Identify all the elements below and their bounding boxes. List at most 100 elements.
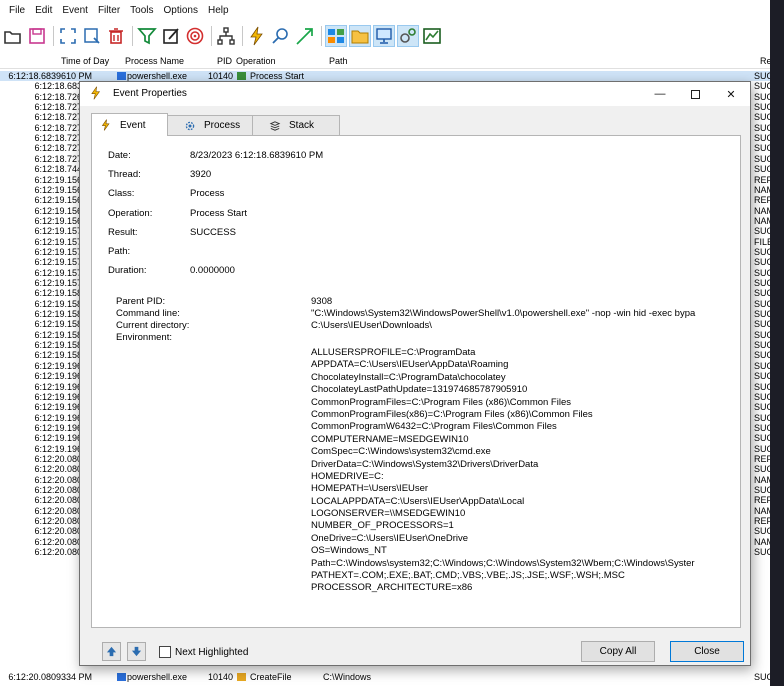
tab-stack[interactable]: Stack [252, 115, 340, 135]
result-cell: SUCCE [754, 309, 770, 320]
open-button[interactable] [2, 25, 24, 47]
result-cell: SUCCE [754, 350, 770, 361]
menu-options[interactable]: Options [159, 5, 203, 16]
result-cell: SUCCE [754, 122, 770, 133]
maximize-button[interactable] [678, 82, 712, 106]
stack-icon [269, 120, 281, 131]
next-highlighted-checkbox[interactable] [159, 646, 171, 658]
find-button[interactable] [270, 25, 292, 47]
event-panel: Date: 8/23/2023 6:12:18.6839610 PM Threa… [91, 135, 741, 628]
desktop-background [770, 0, 784, 686]
result-cell: REPAR [754, 174, 770, 185]
environment-variable: Path=C:\Windows\system32;C:\Windows;C:\W… [311, 557, 695, 569]
lightning-icon [91, 86, 101, 100]
minimize-button[interactable]: — [643, 82, 677, 106]
filesystem-filter-toggle[interactable] [349, 25, 371, 47]
result-cell: SUCCE [754, 412, 770, 423]
result-cell: SUCCE [754, 391, 770, 402]
menu-event[interactable]: Event [57, 5, 93, 16]
process-thread-filter-toggle[interactable] [397, 25, 419, 47]
toolbar-separator [53, 26, 54, 46]
menu-help[interactable]: Help [203, 5, 234, 16]
target-button[interactable] [184, 25, 206, 47]
result-cell: SUCCE [754, 226, 770, 237]
menu-tools[interactable]: Tools [125, 5, 158, 16]
copy-all-button[interactable]: Copy All [581, 641, 655, 662]
close-window-button[interactable]: ✕ [714, 82, 748, 106]
result-cell: SUCCE [754, 319, 770, 330]
result-cell: SUCCE [754, 371, 770, 382]
class-label: Class: [108, 188, 135, 199]
event-properties-button[interactable] [246, 25, 268, 47]
filesystem-icon [237, 673, 246, 681]
result-cell: REPAR [754, 195, 770, 206]
duration-value: 0.0000000 [190, 265, 235, 276]
next-highlighted-label: Next Highlighted [175, 647, 249, 658]
tab-event[interactable]: Event [91, 113, 168, 136]
toolbar-separator [132, 26, 133, 46]
column-pid[interactable]: PID [217, 56, 232, 66]
column-operation[interactable]: Operation [236, 56, 276, 66]
result-cell: SUCCE [754, 402, 770, 413]
process-tree-icon [217, 27, 235, 45]
current-directory-label: Current directory: [116, 320, 190, 331]
powershell-icon [117, 673, 126, 681]
result-cell: SUCCE [754, 443, 770, 454]
toolbar-separator [211, 26, 212, 46]
process-cell: powershell.exe [127, 672, 188, 682]
operation-label: Operation: [108, 208, 153, 219]
jump-button[interactable] [294, 25, 316, 47]
registry-filter-toggle[interactable] [325, 25, 347, 47]
previous-event-button[interactable] [102, 642, 121, 661]
column-process-name[interactable]: Process Name [125, 56, 184, 66]
environment-variable: ComSpec=C:\Windows\system32\cmd.exe [311, 446, 491, 458]
environment-variable: ALLUSERSPROFILE=C:\ProgramData [311, 347, 476, 358]
tab-process[interactable]: Process [167, 115, 253, 135]
process-tree-button[interactable] [215, 25, 237, 47]
duration-label: Duration: [108, 265, 147, 276]
network-filter-toggle[interactable] [373, 25, 395, 47]
menu-file[interactable]: File [4, 5, 30, 16]
close-button[interactable]: Close [670, 641, 744, 662]
result-cell: SUCCE [754, 485, 770, 495]
jump-icon [296, 28, 313, 45]
current-directory-value: C:\Users\IEUser\Downloads\ [311, 320, 432, 331]
capture-icon [60, 28, 76, 44]
highlight-button[interactable] [160, 25, 182, 47]
clear-icon [109, 28, 123, 44]
clear-button[interactable] [105, 25, 127, 47]
table-row[interactable]: 6:12:20.0809334 PM powershell.exe 10140 … [0, 672, 770, 682]
filter-button[interactable] [136, 25, 158, 47]
capture-button[interactable] [57, 25, 79, 47]
environment-variable: OneDrive=C:\Users\IEUser\OneDrive [311, 532, 469, 544]
find-icon [272, 28, 288, 44]
toolbar-separator [242, 26, 243, 46]
tab-process-label: Process [204, 120, 241, 131]
result-cell: SUCCE [754, 143, 770, 154]
next-event-button[interactable] [127, 642, 146, 661]
result-cell: SUCCE [754, 526, 770, 537]
profiling-filter-toggle[interactable] [421, 25, 443, 47]
highlight-icon [163, 28, 179, 44]
result-cell: SUCCE [754, 133, 770, 144]
result-cell: SUCCE [754, 464, 770, 475]
event-properties-dialog: Event Properties — ✕ Event Process Stack… [79, 81, 751, 666]
menu-filter[interactable]: Filter [93, 5, 125, 16]
environment-variable: HOMEPATH=\Users\IEUser [311, 483, 429, 495]
save-button[interactable] [26, 25, 48, 47]
menu-edit[interactable]: Edit [30, 5, 57, 16]
table-row[interactable]: 6:12:18.6839610 PM powershell.exe 10140 … [0, 71, 770, 82]
operation-cell: CreateFile [250, 672, 292, 682]
result-cell: SUCCE [754, 340, 770, 351]
result-cell: SUCCE [754, 246, 770, 257]
column-path[interactable]: Path [329, 56, 348, 66]
result-cell: NAME [754, 474, 770, 485]
column-time-of-day[interactable]: Time of Day [61, 56, 109, 66]
environment-variable: DriverData=C:\Windows\System32\Drivers\D… [311, 458, 539, 470]
filter-icon [137, 28, 157, 45]
lightning-icon [101, 119, 110, 131]
autoscroll-button[interactable] [81, 25, 103, 47]
result-cell: REPAR [754, 495, 770, 506]
result-cell: REPAR [754, 516, 770, 527]
result-cell: SUCCE [754, 288, 770, 299]
